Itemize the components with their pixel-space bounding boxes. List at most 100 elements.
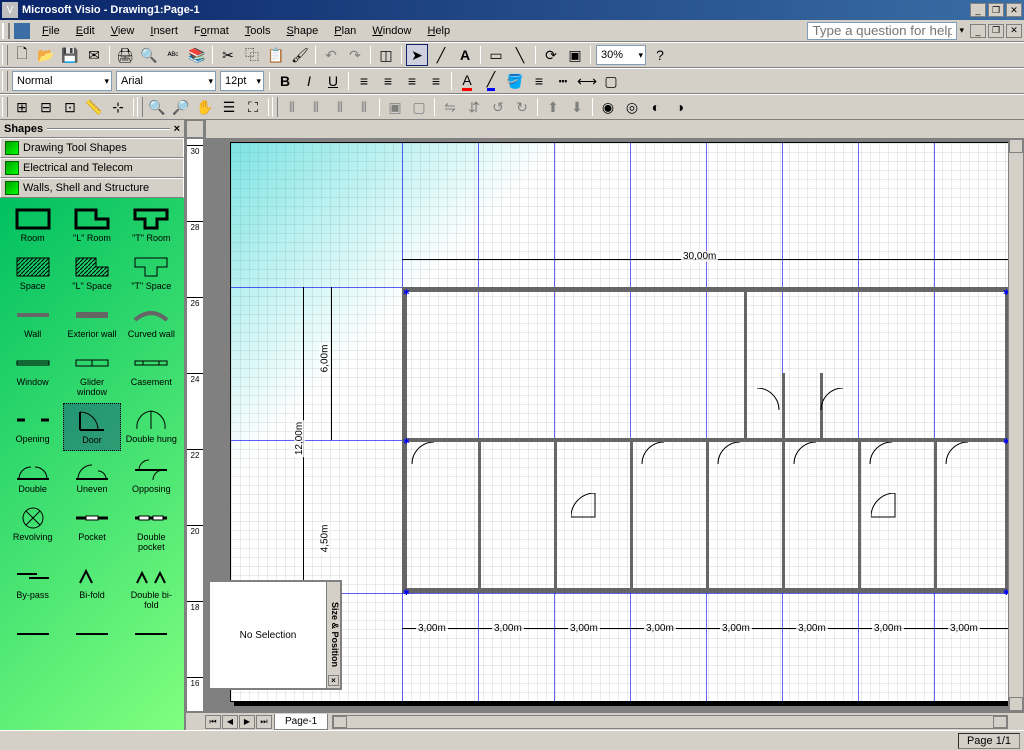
print-button[interactable]: 🖨 (114, 44, 136, 66)
fill-button[interactable]: ▣ (564, 44, 586, 66)
undo-button[interactable]: ↶ (320, 44, 342, 66)
stencil-walls[interactable]: Walls, Shell and Structure (0, 178, 184, 198)
ruler-button[interactable]: 📏 (83, 96, 105, 118)
menu-window[interactable]: Window (364, 23, 419, 39)
copy-button[interactable]: ⿻ (241, 44, 263, 66)
toolbar-handle-5[interactable] (272, 97, 278, 117)
pan-button[interactable]: ✋ (194, 96, 216, 118)
layers-button[interactable]: ☰ (218, 96, 240, 118)
print-preview-button[interactable]: 🔍 (138, 44, 160, 66)
send-back-button[interactable]: ⬇ (566, 96, 588, 118)
shape-item[interactable]: Opposing (123, 453, 180, 499)
minimize-button[interactable]: _ (970, 3, 986, 17)
line-ends-button[interactable]: ⟷ (576, 70, 598, 92)
zoom-in-button[interactable]: 🔍 (146, 96, 168, 118)
connector-tool-button[interactable]: ╱ (430, 44, 452, 66)
line-tool-button[interactable]: ╲ (509, 44, 531, 66)
shape-item[interactable]: Double (4, 453, 61, 499)
shape-item[interactable]: Uneven (63, 453, 120, 499)
shape-item[interactable]: Window (4, 346, 61, 402)
shape-item[interactable]: Room (4, 202, 61, 248)
redo-button[interactable]: ↷ (344, 44, 366, 66)
stencil-drawing-tools[interactable]: Drawing Tool Shapes (0, 138, 184, 158)
spellcheck-button[interactable]: ᴬᴮᶜ (162, 44, 184, 66)
shape-item[interactable]: Space (4, 250, 61, 296)
group-button[interactable]: ▣ (384, 96, 406, 118)
snap-button[interactable]: ⊡ (59, 96, 81, 118)
tab-next-button[interactable]: ▶ (239, 715, 255, 729)
toolbar-handle-2[interactable] (2, 71, 8, 91)
shape-item[interactable]: "T" Space (123, 250, 180, 296)
shape-item[interactable]: Bi-fold (63, 559, 120, 615)
bold-button[interactable]: B (274, 70, 296, 92)
align-justify-button[interactable]: ≡ (425, 70, 447, 92)
full-screen-button[interactable]: ⛶ (242, 96, 264, 118)
grid-button[interactable]: ⊞ (11, 96, 33, 118)
shape-subtract-button[interactable]: ◐ (645, 96, 667, 118)
size-position-window[interactable]: No Selection Size & Position × (208, 580, 342, 690)
horizontal-scrollbar[interactable] (332, 715, 1008, 729)
shape-item[interactable]: Opening (4, 403, 61, 451)
menu-shape[interactable]: Shape (278, 23, 326, 39)
tab-prev-button[interactable]: ◀ (222, 715, 238, 729)
flip-v-button[interactable]: ⇵ (463, 96, 485, 118)
email-button[interactable]: ✉ (83, 44, 105, 66)
drawing-canvas[interactable]: ✱ ✱ ✱ ✱ ✱ ✱ 30,00m 6,00m 12,00m 4,50m (204, 138, 1008, 712)
pointer-tool-button[interactable]: ➤ (406, 44, 428, 66)
guides-button[interactable]: ⊟ (35, 96, 57, 118)
shape-item[interactable]: Double pocket (123, 501, 180, 557)
align-left-button[interactable]: ≡ (353, 70, 375, 92)
align-center-button[interactable]: ≡ (377, 70, 399, 92)
size-position-close-button[interactable]: × (328, 675, 339, 686)
save-button[interactable]: 💾 (59, 44, 81, 66)
shape-item[interactable]: "L" Room (63, 202, 120, 248)
flip-h-button[interactable]: ⇋ (439, 96, 461, 118)
stencil-electrical[interactable]: Electrical and Telecom (0, 158, 184, 178)
new-button[interactable]: 🗋 (11, 44, 33, 66)
help-dropdown-icon[interactable]: ▾ (959, 25, 964, 36)
menu-format[interactable]: Format (186, 23, 237, 39)
shape-union-button[interactable]: ◉ (597, 96, 619, 118)
shadow-button[interactable]: ▢ (600, 70, 622, 92)
shape-item[interactable] (4, 617, 61, 653)
menu-help[interactable]: Help (419, 23, 458, 39)
menu-plan[interactable]: Plan (326, 23, 364, 39)
horizontal-ruler[interactable]: -20246810121416182022242628 (204, 120, 206, 138)
shape-item[interactable]: "T" Room (123, 202, 180, 248)
shapes-close-button[interactable]: × (174, 123, 180, 135)
toolbar-handle[interactable] (2, 45, 8, 65)
text-tool-button[interactable]: A (454, 44, 476, 66)
menu-file[interactable]: File (34, 23, 68, 39)
style-combo[interactable]: Normal (12, 71, 112, 91)
connect-shapes-button[interactable]: ⫴ (329, 96, 351, 118)
maximize-button[interactable]: ❐ (988, 3, 1004, 17)
menu-view[interactable]: View (103, 23, 143, 39)
tab-last-button[interactable]: ⏭ (256, 715, 272, 729)
shape-item[interactable]: Exterior wall (63, 298, 120, 344)
zoom-combo[interactable]: 30% (596, 45, 646, 65)
drawing-page[interactable]: ✱ ✱ ✱ ✱ ✱ ✱ 30,00m 6,00m 12,00m 4,50m (230, 142, 1008, 702)
shape-item[interactable]: Glider window (63, 346, 120, 402)
help-search-input[interactable] (807, 22, 957, 40)
layout-shapes-button[interactable]: ⫴ (353, 96, 375, 118)
rotate-r-button[interactable]: ↻ (511, 96, 533, 118)
page-tab[interactable]: Page-1 (274, 714, 328, 730)
menu-insert[interactable]: Insert (142, 23, 186, 39)
font-combo[interactable]: Arial (116, 71, 216, 91)
line-pattern-button[interactable]: ┅ (552, 70, 574, 92)
open-button[interactable]: 📂 (35, 44, 57, 66)
size-position-title[interactable]: Size & Position × (326, 582, 340, 688)
shapes-window-button[interactable]: ◫ (375, 44, 397, 66)
vertical-ruler[interactable]: 3028262422201816 (186, 138, 204, 712)
connector-button[interactable]: ⊹ (107, 96, 129, 118)
paste-button[interactable]: 📋 (265, 44, 287, 66)
distribute-shapes-button[interactable]: ⫴ (305, 96, 327, 118)
tab-first-button[interactable]: ⏮ (205, 715, 221, 729)
shape-item[interactable]: Double hung (123, 403, 180, 451)
vertical-scrollbar[interactable] (1008, 138, 1024, 712)
toolbar-handle-3[interactable] (2, 97, 8, 117)
shape-item[interactable]: Casement (123, 346, 180, 402)
shape-item[interactable]: Double bi-fold (123, 559, 180, 615)
fill-color-button[interactable]: 🪣 (504, 70, 526, 92)
shape-intersect-button[interactable]: ◎ (621, 96, 643, 118)
